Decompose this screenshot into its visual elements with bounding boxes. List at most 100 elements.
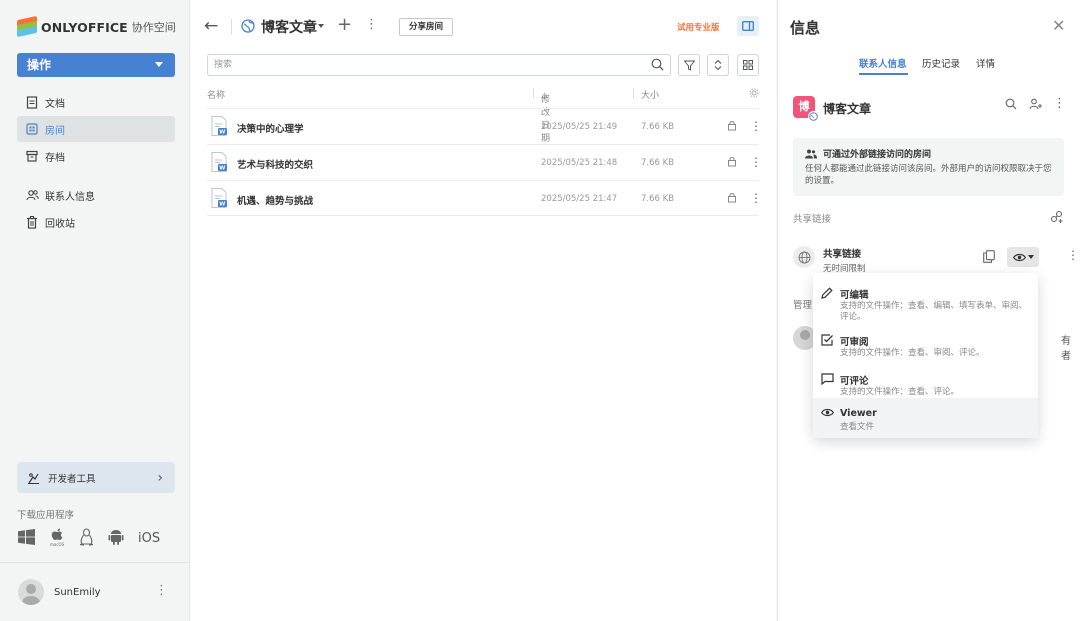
menu-item-title: Viewer	[840, 408, 877, 419]
sidebar-item-archive[interactable]: 存档	[17, 143, 175, 169]
sidebar-item-rooms[interactable]: 房间	[17, 116, 175, 142]
svg-text:W: W	[219, 166, 225, 172]
caret-down-icon[interactable]	[318, 24, 324, 28]
info-panel-title: 信息	[790, 19, 821, 37]
more-vertical-icon[interactable]: ⋮	[1053, 96, 1066, 111]
table-row[interactable]: W 艺术与科技的交织 2025/05/25 21:48 7.66 KB ⋮	[207, 144, 762, 180]
main-content: ← 博客文章 + ⋮ 分享房间 试用专业版 搜索 名称 修改日期 ↓ 大小 W …	[191, 0, 776, 621]
sort-button[interactable]	[707, 54, 729, 76]
room-avatar: 博	[793, 96, 819, 122]
share-room-button[interactable]: 分享房间	[399, 18, 454, 36]
table-row[interactable]: W 机遇、趋势与挑战 2025/05/25 21:47 7.66 KB ⋮	[207, 180, 762, 216]
file-date: 2025/05/25 21:48	[541, 158, 618, 168]
more-vertical-icon[interactable]: ⋮	[750, 119, 762, 133]
file-name[interactable]: 决策中的心理学	[237, 121, 304, 135]
developer-tools-icon	[27, 472, 40, 484]
table-row[interactable]: W 决策中的心理学 2025/05/25 21:49 7.66 KB ⋮	[207, 108, 762, 144]
sidebar-item-label: 存档	[45, 152, 65, 164]
column-size[interactable]: 大小	[641, 88, 659, 101]
external-access-notice: 可通过外部链接访问的房间 任何人都能通过此链接访问该房间。外部用户的访问权限取决…	[793, 138, 1064, 196]
user-name: SunEmily	[54, 586, 101, 598]
copy-icon[interactable]	[983, 250, 995, 266]
tab-contacts[interactable]: 联系人信息	[859, 56, 907, 70]
link-title: 共享链接	[823, 249, 862, 260]
menu-item-editor[interactable]: 可编辑 支持的文件操作：查看、编辑、填写表单、审阅、评论。	[813, 277, 1038, 322]
lock-icon[interactable]	[727, 192, 737, 203]
grid-icon	[743, 60, 753, 70]
menu-item-viewer[interactable]: Viewer 查看文件	[813, 398, 1038, 438]
topbar: ← 博客文章 + ⋮ 分享房间 试用专业版	[191, 0, 776, 52]
managers-heading: 管理	[793, 300, 813, 311]
table-header: 名称 修改日期 ↓ 大小	[207, 84, 759, 144]
page-title[interactable]: 博客文章	[261, 17, 317, 37]
linux-icon[interactable]	[79, 528, 94, 549]
more-vertical-icon[interactable]: ⋮	[750, 191, 762, 205]
download-apps-title: 下载应用程序	[17, 510, 75, 521]
more-vertical-icon[interactable]: ⋮	[1067, 248, 1079, 262]
view-toggle-button[interactable]	[737, 54, 759, 76]
ios-link[interactable]: iOS	[138, 531, 160, 546]
windows-icon[interactable]	[18, 529, 35, 548]
sort-icon	[714, 59, 722, 71]
trial-link[interactable]: 试用专业版	[677, 21, 720, 33]
menu-item-title: 可编辑	[840, 290, 869, 301]
search-input[interactable]: 搜索	[207, 54, 671, 76]
access-level-menu: 可编辑 支持的文件操作：查看、编辑、填写表单、审阅、评论。 可审阅 支持的文件操…	[813, 273, 1038, 438]
settings-gear-icon[interactable]	[749, 88, 759, 101]
actions-button-label: 操作	[27, 58, 52, 72]
menu-item-title: 可审阅	[840, 337, 869, 348]
tab-history[interactable]: 历史记录	[922, 56, 960, 70]
back-arrow-icon[interactable]: ←	[204, 16, 218, 36]
file-name[interactable]: 机遇、趋势与挑战	[237, 193, 313, 207]
word-file-icon: W	[211, 188, 227, 208]
sidebar-item-contacts[interactable]: 联系人信息	[17, 182, 175, 208]
developer-tools-button[interactable]: 开发者工具 ›	[17, 462, 175, 493]
trash-icon	[25, 215, 39, 229]
globe-badge-icon	[808, 111, 819, 122]
more-vertical-icon[interactable]: ⋮	[365, 17, 378, 32]
menu-item-reviewer[interactable]: 可审阅 支持的文件操作：查看、审阅、评论。	[813, 324, 1038, 364]
word-file-icon: W	[211, 152, 227, 172]
access-level-dropdown[interactable]	[1007, 247, 1039, 267]
sort-arrow-down-icon: ↓	[541, 92, 549, 102]
logo-subtitle: 协作空间	[131, 21, 176, 34]
svg-text:macOS: macOS	[50, 542, 65, 547]
user-profile[interactable]: SunEmily ⋮	[0, 562, 190, 621]
lock-icon[interactable]	[727, 120, 737, 131]
logo[interactable]: ONLYOFFICE 协作空间	[17, 15, 176, 38]
file-name[interactable]: 艺术与科技的交织	[237, 157, 313, 171]
filter-button[interactable]	[678, 54, 700, 76]
column-divider[interactable]	[533, 88, 534, 98]
more-vertical-icon[interactable]: ⋮	[155, 583, 168, 598]
column-divider[interactable]	[633, 88, 634, 98]
avatar[interactable]	[18, 579, 44, 605]
onlyoffice-logo-icon	[17, 15, 37, 38]
search-icon[interactable]	[1005, 98, 1017, 113]
close-icon[interactable]: ✕	[1052, 16, 1065, 35]
info-tabs: 联系人信息 历史记录 详情	[778, 56, 1080, 76]
android-icon[interactable]	[108, 528, 124, 549]
file-size: 7.66 KB	[641, 122, 675, 132]
svg-text:W: W	[219, 202, 225, 208]
menu-item-description: 支持的文件操作：查看、编辑、填写表单、审阅、评论。	[840, 301, 1028, 322]
add-user-icon[interactable]	[1029, 98, 1042, 113]
tab-details[interactable]: 详情	[976, 56, 995, 70]
lock-icon[interactable]	[727, 156, 737, 167]
room-avatar-letter: 博	[798, 100, 810, 113]
divider	[231, 19, 232, 35]
more-vertical-icon[interactable]: ⋮	[750, 155, 762, 169]
search-icon[interactable]	[651, 58, 664, 74]
plus-icon[interactable]: +	[337, 14, 352, 35]
actions-button[interactable]: 操作	[17, 53, 175, 77]
sidebar-item-documents[interactable]: 文档	[17, 89, 175, 115]
sidebar: ONLYOFFICE 协作空间 操作 文档 房间 存档 联系人信息 回收站 开发…	[0, 0, 190, 621]
globe-icon	[241, 19, 255, 36]
sidebar-item-trash[interactable]: 回收站	[17, 209, 175, 235]
eye-icon	[821, 408, 834, 420]
column-name[interactable]: 名称	[207, 88, 225, 101]
menu-item-commenter[interactable]: 可评论 支持的文件操作：查看、评论。	[813, 363, 1038, 403]
macos-icon[interactable]: macOS	[49, 527, 65, 550]
info-panel-toggle[interactable]	[737, 16, 759, 36]
filter-icon	[683, 60, 695, 71]
add-link-icon[interactable]	[1050, 210, 1063, 226]
